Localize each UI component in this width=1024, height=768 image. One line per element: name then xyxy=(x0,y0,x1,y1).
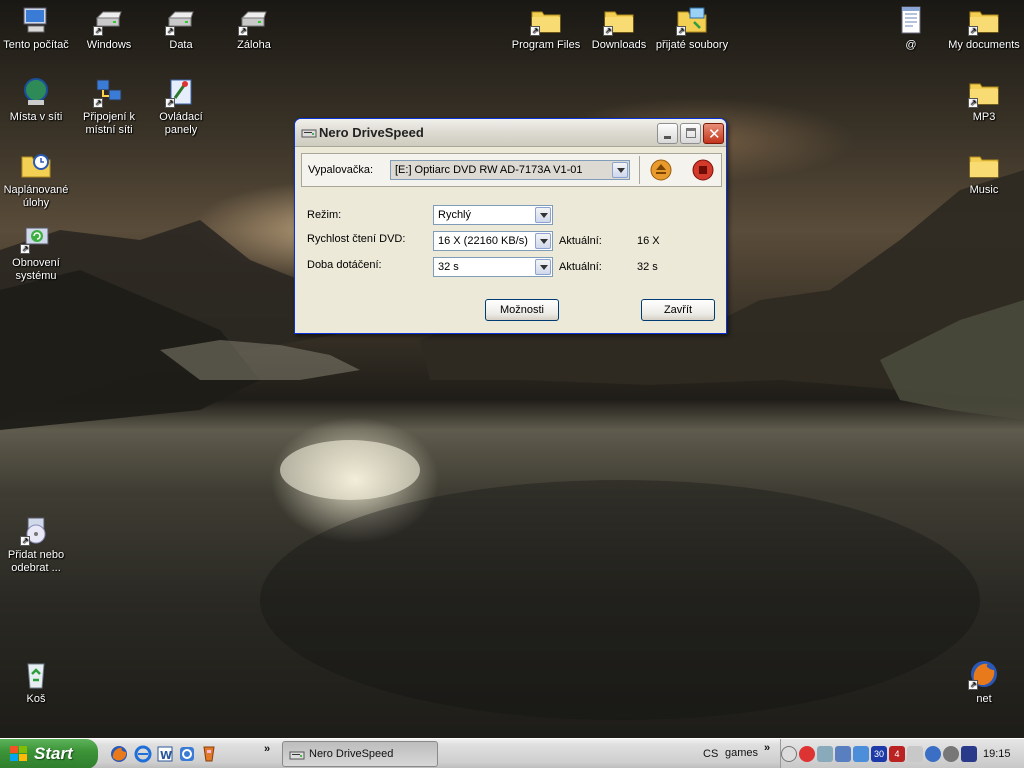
taskbar: Start W » Nero DriveSpeed CS games » 30 … xyxy=(0,738,1024,768)
window-title: Nero DriveSpeed xyxy=(319,125,424,140)
scheduled-tasks-icon xyxy=(21,154,51,178)
current-spindown-value: 32 s xyxy=(637,261,658,273)
desktop-icon-my-computer[interactable]: Tento počítač xyxy=(0,4,74,52)
svg-text:W: W xyxy=(160,749,172,762)
tray-network-icon[interactable] xyxy=(817,746,833,762)
desktop-icon-zaloha[interactable]: ↗ Záloha xyxy=(216,4,292,52)
tray-badge-30[interactable]: 30 xyxy=(871,746,887,762)
my-computer-icon xyxy=(23,7,47,33)
desktop-icon-notepad[interactable]: @ xyxy=(873,4,949,52)
taskbar-item-label: Nero DriveSpeed xyxy=(309,748,394,760)
desktop-icon-recycle-bin[interactable]: Koš xyxy=(0,658,74,706)
mode-label: Režim: xyxy=(307,209,342,221)
toolbar-chevron[interactable]: » xyxy=(764,742,770,754)
tray-volume-icon[interactable] xyxy=(907,746,923,762)
desktop-icon-system-restore[interactable]: ↗ Obnovení systému xyxy=(0,222,74,283)
options-button[interactable]: Možnosti xyxy=(485,299,559,321)
windows-flag-icon xyxy=(10,746,27,761)
start-button[interactable]: Start xyxy=(0,739,98,768)
minimize-button[interactable] xyxy=(657,123,678,144)
desktop-icon-my-documents[interactable]: ↗ My documents xyxy=(946,4,1022,52)
drivespeed-app-icon xyxy=(289,751,305,760)
current-speed-value: 16 X xyxy=(637,235,660,247)
maximize-button[interactable] xyxy=(680,123,701,144)
chevron-down-icon[interactable] xyxy=(535,233,551,249)
tray-badge-4[interactable]: 4 xyxy=(889,746,905,762)
tool-icon[interactable] xyxy=(200,745,218,763)
tray-expand-icon[interactable] xyxy=(781,746,797,762)
quick-launch-chevron[interactable]: » xyxy=(264,743,270,755)
tray-antivirus-icon[interactable] xyxy=(799,746,815,762)
desktop-icon-net[interactable]: ↗ net xyxy=(946,658,1022,706)
desktop-icon-program-files[interactable]: ↗ Program Files xyxy=(508,4,584,52)
games-toolbar[interactable]: games xyxy=(725,747,758,759)
tray-at-icon[interactable] xyxy=(925,746,941,762)
ie-alt-icon[interactable] xyxy=(178,745,196,763)
spindown-label: Doba dotáčení: xyxy=(307,259,382,271)
recorder-label: Vypalovačka: xyxy=(308,164,374,176)
close-window-button[interactable]: ✕ xyxy=(703,123,724,144)
desktop-icon-music[interactable]: Music xyxy=(946,149,1022,197)
read-speed-label: Rychlost čtení DVD: xyxy=(307,233,406,245)
desktop-icon-add-remove-programs[interactable]: ↗ Přidat nebo odebrat ... xyxy=(0,514,74,575)
desktop-icon-network-places[interactable]: Místa v síti xyxy=(0,76,74,124)
current-label: Aktuální: xyxy=(559,261,602,273)
clock[interactable]: 19:15 xyxy=(983,748,1011,760)
start-label: Start xyxy=(34,744,73,763)
recycle-bin-icon xyxy=(27,663,45,689)
desktop-icon-windows[interactable]: ↗ Windows xyxy=(71,4,147,52)
desktop-icon-data[interactable]: ↗ Data xyxy=(143,4,219,52)
chevron-down-icon[interactable] xyxy=(535,259,551,275)
taskbar-item-nero-drivespeed[interactable]: Nero DriveSpeed xyxy=(282,741,438,767)
divider xyxy=(639,156,640,184)
tray-monitor-icon[interactable] xyxy=(835,746,851,762)
desktop-icon-received-files[interactable]: ↗ přijaté soubory xyxy=(654,4,730,52)
title-bar[interactable]: Nero DriveSpeed ✕ xyxy=(295,119,726,147)
desktop-icon-mp3[interactable]: ↗ MP3 xyxy=(946,76,1022,124)
desktop-icon-control-panel[interactable]: ↗ Ovládací panely xyxy=(143,76,219,137)
firefox-icon[interactable] xyxy=(110,745,128,763)
tray-shield-icon[interactable] xyxy=(961,746,977,762)
desktop-icon-downloads[interactable]: ↗ Downloads xyxy=(581,4,657,52)
mode-value: Rychlý xyxy=(438,209,472,221)
drivespeed-app-icon xyxy=(301,129,317,138)
folder-icon xyxy=(969,156,999,178)
desktop-icon-scheduled-tasks[interactable]: Naplánované úlohy xyxy=(0,149,74,210)
tray-display-icon[interactable] xyxy=(853,746,869,762)
recorder-value: [E:] Optiarc DVD RW AD-7173A V1-01 xyxy=(395,164,583,176)
spindown-value: 32 s xyxy=(438,261,459,273)
desktop-icon-network-connection[interactable]: ↗ Připojení k místní síti xyxy=(71,76,147,137)
notepad-icon xyxy=(901,6,921,34)
word-icon[interactable]: W xyxy=(156,745,174,763)
network-places-icon xyxy=(24,78,48,105)
current-label: Aktuální: xyxy=(559,235,602,247)
chevron-down-icon[interactable] xyxy=(612,162,628,178)
chevron-down-icon[interactable] xyxy=(535,207,551,223)
system-tray: 30 4 19:15 xyxy=(780,739,1024,768)
eject-icon[interactable] xyxy=(650,159,672,181)
mode-select[interactable]: Rychlý xyxy=(433,205,553,225)
read-speed-value: 16 X (22160 KB/s) xyxy=(438,235,528,247)
internet-explorer-icon[interactable] xyxy=(134,745,152,763)
recorder-select[interactable]: [E:] Optiarc DVD RW AD-7173A V1-01 xyxy=(390,160,630,180)
nero-drivespeed-window[interactable]: Nero DriveSpeed ✕ Vypalovačka: [E:] Opti… xyxy=(294,118,727,334)
tray-settings-icon[interactable] xyxy=(943,746,959,762)
recorder-panel: Vypalovačka: [E:] Optiarc DVD RW AD-7173… xyxy=(301,153,722,187)
stop-icon[interactable] xyxy=(692,159,714,181)
spindown-select[interactable]: 32 s xyxy=(433,257,553,277)
read-speed-select[interactable]: 16 X (22160 KB/s) xyxy=(433,231,553,251)
language-indicator[interactable]: CS xyxy=(703,748,718,760)
close-button[interactable]: Zavřít xyxy=(641,299,715,321)
close-icon: ✕ xyxy=(708,126,721,143)
